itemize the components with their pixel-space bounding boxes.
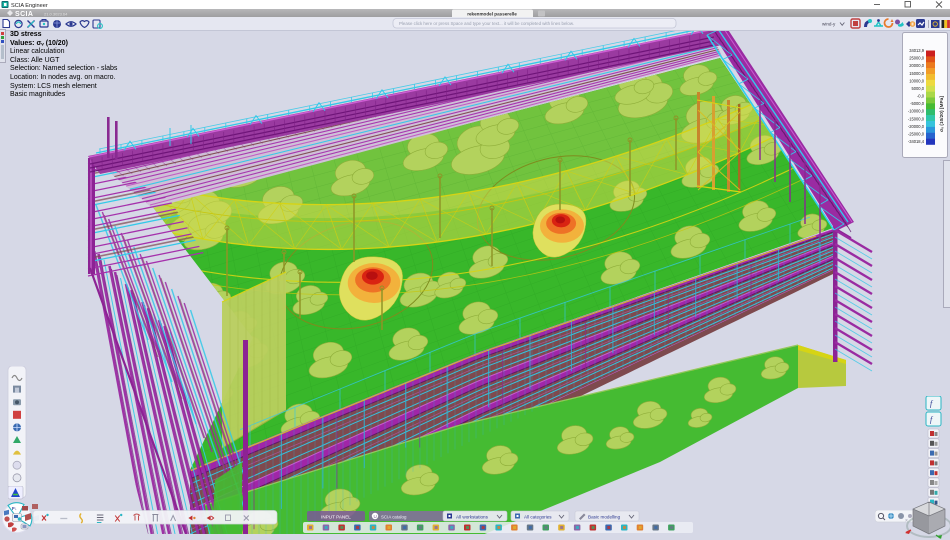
svg-text:25000,0: 25000,0 xyxy=(909,56,925,61)
svg-text:INPUT PANEL: INPUT PANEL xyxy=(321,515,351,520)
svg-text:All workstations: All workstations xyxy=(456,515,489,520)
svg-text:Please click here or press Spa: Please click here or press Space and typ… xyxy=(399,21,574,26)
svg-text:-5000,0: -5000,0 xyxy=(910,101,925,106)
svg-text:SCIA catalog: SCIA catalog xyxy=(381,515,407,520)
svg-text:Basic modelling: Basic modelling xyxy=(588,515,621,520)
svg-text:-20000,0: -20000,0 xyxy=(908,124,925,129)
svg-text:rekenmodel passerelle: rekenmodel passerelle xyxy=(467,12,517,17)
svg-text:10000,0: 10000,0 xyxy=(909,78,925,83)
svg-text:20000,0: 20000,0 xyxy=(909,63,925,68)
svg-text:15000,0: 15000,0 xyxy=(909,71,925,76)
svg-text:-15000,0: -15000,0 xyxy=(908,116,925,121)
svg-text:-25000,0: -25000,0 xyxy=(908,131,925,136)
svg-text:×: × xyxy=(905,518,908,524)
svg-text:wind-y: wind-y xyxy=(822,22,836,27)
svg-text:-0,0: -0,0 xyxy=(917,94,925,99)
svg-text:σᵥ (10/20) [MPa]: σᵥ (10/20) [MPa] xyxy=(939,96,945,132)
svg-text:-34018,4: -34018,4 xyxy=(908,139,925,144)
svg-text:F↓: F↓ xyxy=(12,506,17,511)
svg-text:-10000,0: -10000,0 xyxy=(908,109,925,114)
svg-text:5000,0: 5000,0 xyxy=(911,86,924,91)
svg-text:All categories: All categories xyxy=(524,515,552,520)
svg-text:U: U xyxy=(374,514,377,519)
svg-text:34013,9: 34013,9 xyxy=(909,48,925,53)
